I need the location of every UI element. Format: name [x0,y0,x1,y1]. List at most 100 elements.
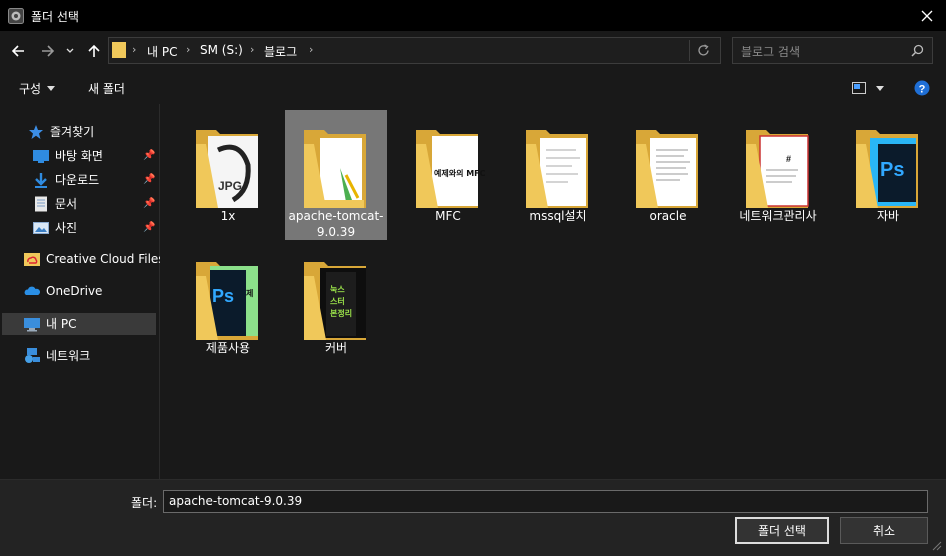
arrow-right-icon [42,45,55,57]
chevron-down-icon [66,48,74,53]
folder-name: mssql설치 [529,209,587,223]
sidebar-item-label: 사진 [55,221,78,235]
svg-text:제: 제 [246,288,253,298]
folder-icon [304,130,366,208]
window-title: 폴더 선택 [31,10,79,24]
folder-item-selected[interactable]: apache-tomcat- 9.0.39 [285,110,387,240]
svg-text:눅스: 눅스 [330,285,345,294]
refresh-icon [697,43,709,55]
back-button[interactable] [8,41,28,61]
folder-name: MFC [435,209,461,223]
svg-text:Ps: Ps [212,286,234,306]
folder-icon: # [746,130,809,208]
svg-text:Ps: Ps [880,159,904,181]
sidebar-item-label: OneDrive [46,284,103,298]
folder-icon: Ps [856,130,918,208]
creative-cloud-folder-icon [24,251,40,267]
svg-text:#: # [786,154,791,164]
cancel-button[interactable]: 취소 [840,517,928,544]
download-icon [33,172,49,188]
folder-icon: 눅스 스터 본정리 [304,262,366,340]
sidebar-item-label: 내 PC [46,317,77,331]
sidebar-item-pictures[interactable]: 사진 [33,219,77,236]
pin-icon[interactable]: 📌 [143,198,155,209]
pin-icon[interactable]: 📌 [143,174,155,185]
svg-text:예제와의 MFC: 예제와의 MFC [434,168,486,178]
up-button[interactable] [84,41,104,61]
refresh-button[interactable] [693,40,713,60]
sidebar-item-creative-cloud[interactable]: Creative Cloud Files [24,251,165,267]
sidebar-item-this-pc[interactable]: 내 PC [24,315,76,332]
folder-icon [636,130,698,208]
breadcrumb-drive[interactable]: SM (S:) [200,43,243,57]
computer-icon [24,316,40,332]
view-menu-caret-icon[interactable] [876,86,884,91]
resize-grip-icon[interactable] [930,539,942,551]
view-options-icon[interactable] [852,82,866,94]
folder-item[interactable]: JPG 1x [177,110,279,240]
sidebar-item-label: 즐겨찾기 [50,125,95,139]
folder-icon: JPG [196,130,258,208]
folder-item[interactable]: # 네트워크관리사 [727,110,829,240]
select-folder-button[interactable]: 폴더 선택 [735,517,829,544]
caret-down-icon [47,86,56,91]
folder-icon [526,130,588,208]
sidebar-item-label: 문서 [55,197,78,211]
svg-text:?: ? [919,84,926,96]
search-placeholder: 블로그 검색 [741,45,801,59]
svg-text:스터: 스터 [330,296,345,306]
folder-icon [112,42,126,58]
pin-icon[interactable]: 📌 [143,222,155,233]
folder-item[interactable]: Ps 제 제품사용 [177,242,279,372]
sidebar-item-documents[interactable]: 문서 [33,195,77,212]
sidebar-item-quick-access[interactable]: 즐겨찾기 [28,123,94,140]
folder-name: 1x [220,209,236,223]
sidebar-item-label: 바탕 화면 [55,149,103,163]
folder-name-input[interactable]: apache-tomcat-9.0.39 [163,490,928,513]
sidebar-item-onedrive[interactable]: OneDrive [24,283,102,299]
forward-button[interactable] [38,41,58,61]
help-icon[interactable]: ? [914,80,930,96]
sidebar-item-downloads[interactable]: 다운로드 [33,171,99,188]
sidebar-item-label: 네트워크 [46,349,91,363]
cloud-icon [24,283,40,299]
document-icon [33,196,49,212]
svg-text:본정리: 본정리 [330,308,352,318]
close-icon [921,10,933,21]
folder-item[interactable]: 예제와의 MFC MFC [397,110,499,240]
new-folder-button[interactable]: 새 폴더 [88,80,125,97]
command-bar [0,71,946,105]
folder-name: 커버 [324,341,348,355]
recent-locations-button[interactable] [63,41,77,61]
sidebar-item-label: Creative Cloud Files [46,252,165,266]
arrow-up-icon [88,44,100,57]
app-icon [8,8,24,24]
pin-icon[interactable]: 📌 [143,150,155,161]
folder-item[interactable]: oracle [617,110,719,240]
folder-item[interactable]: Ps 자바 [837,110,939,240]
organize-label: 구성 [19,82,42,96]
folder-name: 제품사용 [205,341,251,355]
star-icon [28,124,44,140]
search-icon[interactable] [911,44,924,57]
breadcrumb-this-pc[interactable]: 내 PC [147,43,177,60]
sidebar-item-network[interactable]: 네트워크 [24,347,90,364]
sidebar-item-desktop[interactable]: 바탕 화면 [33,147,103,164]
breadcrumb-blog[interactable]: 블로그 [264,43,297,60]
folder-name: oracle [649,209,687,223]
network-icon [24,347,40,364]
folder-item[interactable]: mssql설치 [507,110,609,240]
organize-menu[interactable]: 구성 [19,80,56,97]
sidebar-item-label: 다운로드 [55,173,100,187]
arrow-left-icon [11,45,24,57]
folder-icon: 예제와의 MFC [416,130,486,208]
pictures-icon [33,220,49,236]
folder-name: 네트워크관리사 [739,209,817,223]
title-bar [0,0,946,31]
folder-name: 자바 [876,209,900,223]
folder-item[interactable]: 눅스 스터 본정리 커버 [285,242,387,372]
folder-name: apache-tomcat- 9.0.39 [288,209,384,239]
folder-label: 폴더: [131,496,158,510]
close-button[interactable] [910,2,944,29]
folder-icon: Ps 제 [196,262,258,340]
